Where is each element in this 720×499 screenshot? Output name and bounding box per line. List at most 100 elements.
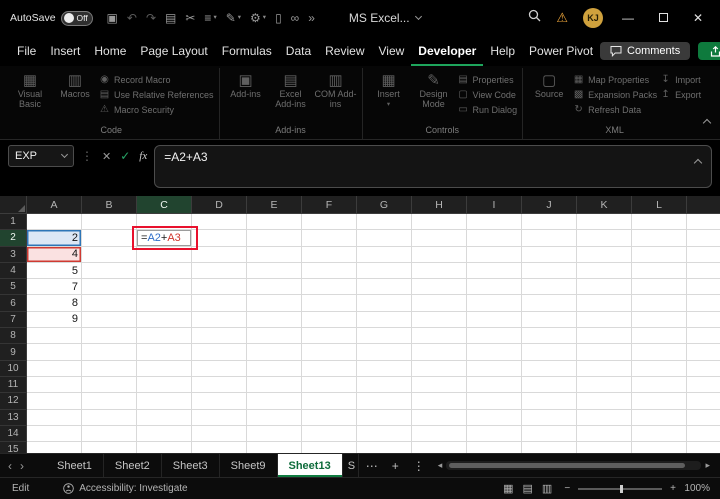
cell-I4[interactable] [467, 262, 522, 280]
cell-C5[interactable] [137, 279, 192, 296]
row-header-13[interactable]: 13 [0, 409, 27, 426]
cell-I8[interactable] [467, 328, 522, 345]
cell-E9[interactable] [247, 344, 302, 361]
column-header-H[interactable]: H [412, 196, 467, 214]
cell-F6[interactable] [302, 295, 357, 312]
zoom-level[interactable]: 100% [684, 483, 710, 494]
scroll-left-icon[interactable]: ◂ [438, 460, 443, 471]
cell-H11[interactable] [412, 376, 467, 394]
cell-G12[interactable] [357, 393, 412, 410]
cell-E3[interactable] [247, 246, 302, 263]
cell-C12[interactable] [137, 393, 192, 410]
cell-L8[interactable] [632, 328, 687, 345]
cell-D9[interactable] [192, 344, 247, 361]
cell-B12[interactable] [82, 393, 137, 410]
row-header-10[interactable]: 10 [0, 360, 27, 377]
cell-B13[interactable] [82, 409, 137, 426]
tab-home[interactable]: Home [87, 36, 133, 66]
chevron-down-icon[interactable] [60, 150, 69, 159]
cell-L13[interactable] [632, 409, 687, 426]
chevron-down-icon[interactable] [414, 12, 422, 21]
cell-D5[interactable] [192, 279, 247, 296]
cell-E7[interactable] [247, 311, 302, 329]
cell-H1[interactable] [412, 214, 467, 231]
accessibility-status[interactable]: Accessibility: Investigate [63, 483, 188, 494]
cell-C3[interactable] [137, 246, 192, 263]
cell-E10[interactable] [247, 360, 302, 377]
page-layout-view-icon[interactable]: ▤ [523, 482, 533, 495]
cell-J9[interactable] [522, 344, 577, 361]
cell-G6[interactable] [357, 295, 412, 312]
select-all-corner[interactable] [0, 196, 27, 214]
ribbon-button-export[interactable]: ↥ Export [660, 89, 701, 100]
cancel-button[interactable]: ✕ [102, 150, 111, 163]
row-header-7[interactable]: 7 [0, 311, 27, 329]
cell-G11[interactable] [357, 376, 412, 394]
paste-icon[interactable]: ▤ [165, 12, 176, 24]
sheet-options-button[interactable]: ⋮ [406, 459, 432, 473]
search-icon[interactable] [528, 9, 541, 27]
cell-A9[interactable] [27, 344, 82, 361]
cell-L6[interactable] [632, 295, 687, 312]
collapse-ribbon-button[interactable] [702, 113, 712, 131]
cell-J12[interactable] [522, 393, 577, 410]
cell-F5[interactable] [302, 279, 357, 296]
cell-G15[interactable] [357, 442, 412, 453]
cell-A6[interactable]: 8 [27, 295, 82, 312]
cell-A4[interactable]: 5 [27, 262, 82, 280]
cell-D8[interactable] [192, 328, 247, 345]
sheet-tab-sheet13[interactable]: Sheet13 [277, 454, 343, 477]
cell-J1[interactable] [522, 214, 577, 231]
cell-K15[interactable] [577, 442, 632, 453]
warning-icon[interactable]: ⚠ [556, 10, 568, 26]
cell-G9[interactable] [357, 344, 412, 361]
scrollbar-thumb[interactable] [449, 463, 686, 468]
cell-E11[interactable] [247, 376, 302, 394]
name-box[interactable]: EXP [8, 145, 74, 167]
tab-file[interactable]: File [10, 36, 43, 66]
row-header-4[interactable]: 4 [0, 262, 27, 280]
cell-L10[interactable] [632, 360, 687, 377]
overflow-icon[interactable]: » [308, 12, 315, 24]
cell-D14[interactable] [192, 425, 247, 443]
cell-E6[interactable] [247, 295, 302, 312]
ribbon-button-record-macro[interactable]: ◉ Record Macro [99, 74, 214, 85]
cell-L12[interactable] [632, 393, 687, 410]
ribbon-button-source[interactable]: ▢ Source [528, 68, 570, 100]
cell-H6[interactable] [412, 295, 467, 312]
row-header-15[interactable]: 15 [0, 442, 27, 453]
cell-H4[interactable] [412, 262, 467, 280]
cell-J2[interactable] [522, 230, 577, 247]
ribbon-button-excel-add-ins[interactable]: ▤ Excel Add-ins [270, 68, 312, 110]
cell-J7[interactable] [522, 311, 577, 329]
sheet-tab-sheet2[interactable]: Sheet2 [104, 454, 162, 477]
row-header-14[interactable]: 14 [0, 425, 27, 443]
cell-D13[interactable] [192, 409, 247, 426]
cell-K4[interactable] [577, 262, 632, 280]
cell-I5[interactable] [467, 279, 522, 296]
tab-review[interactable]: Review [318, 36, 371, 66]
sheet-tab-sheet3[interactable]: Sheet3 [162, 454, 220, 477]
tab-help[interactable]: Help [483, 36, 522, 66]
cell-C1[interactable] [137, 214, 192, 231]
row-header-8[interactable]: 8 [0, 328, 27, 345]
column-header-I[interactable]: I [467, 196, 522, 214]
page-break-view-icon[interactable]: ▥ [542, 482, 552, 495]
cell-H8[interactable] [412, 328, 467, 345]
cell-I14[interactable] [467, 425, 522, 443]
zoom-in-button[interactable]: + [670, 483, 676, 494]
cell-F9[interactable] [302, 344, 357, 361]
link-icon[interactable]: ∞ [291, 12, 300, 24]
new-sheet-button[interactable]: + [385, 459, 406, 473]
cell-G14[interactable] [357, 425, 412, 443]
settings-icon[interactable]: ⚙ ▾ [250, 12, 266, 24]
cell-I15[interactable] [467, 442, 522, 453]
cell-L14[interactable] [632, 425, 687, 443]
autosave-toggle[interactable]: Off [60, 10, 93, 26]
horizontal-scrollbar[interactable]: ◂ ▸ [438, 460, 710, 471]
column-header-B[interactable]: B [82, 196, 137, 214]
cell-G7[interactable] [357, 311, 412, 329]
cell-H7[interactable] [412, 311, 467, 329]
cell-B5[interactable] [82, 279, 137, 296]
cell-H12[interactable] [412, 393, 467, 410]
